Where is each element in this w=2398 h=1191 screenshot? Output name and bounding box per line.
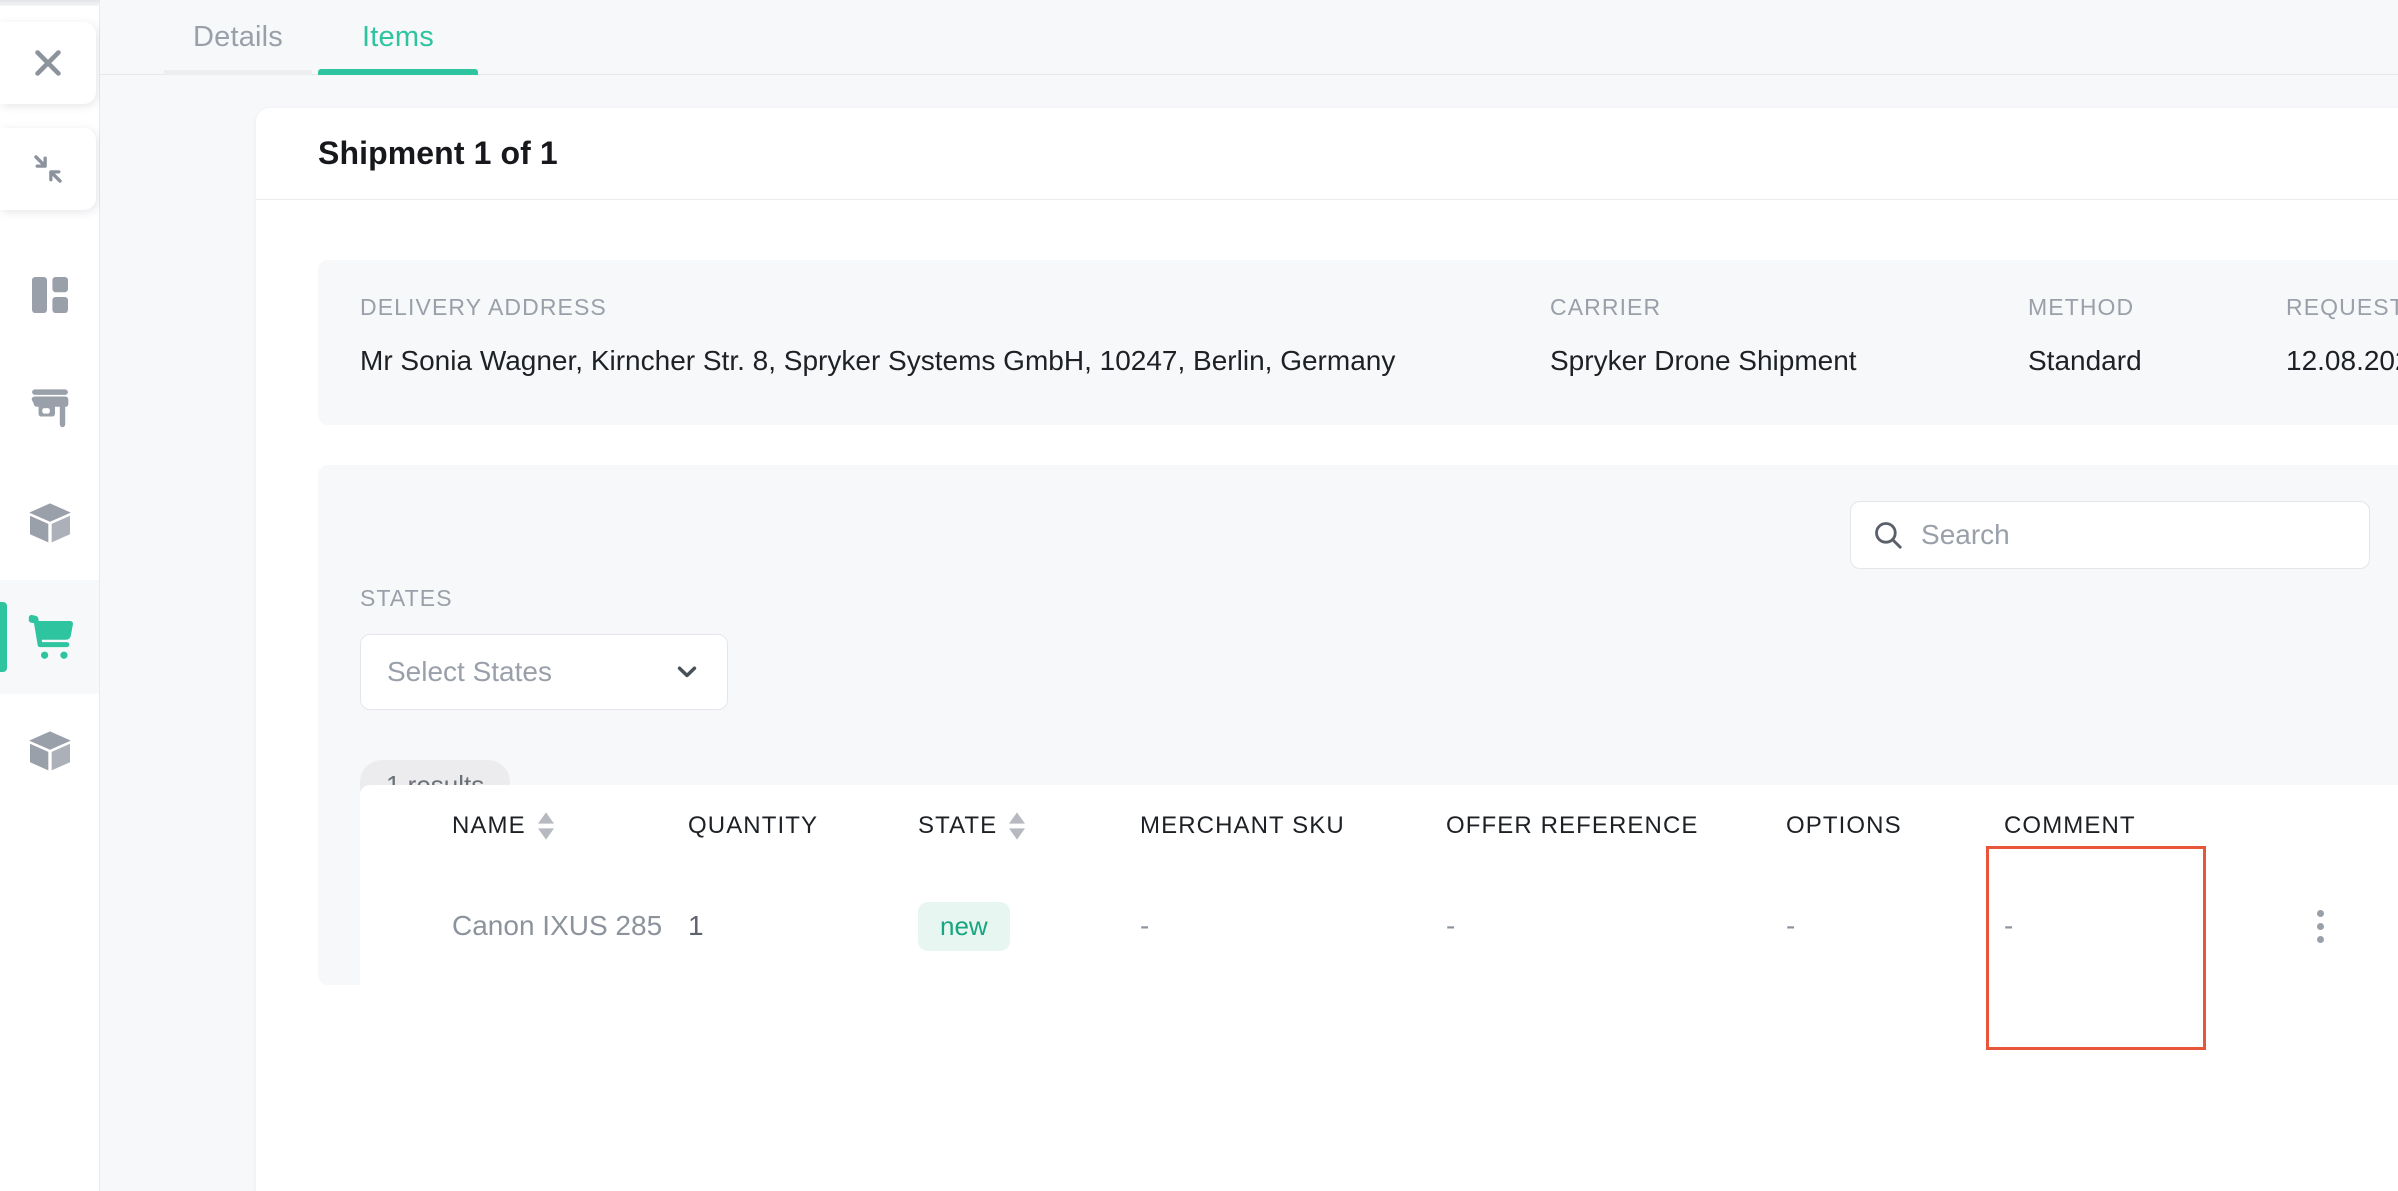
- table-header-row: NAME QUANTITY STATE MERCHANT SKU OFFER R…: [360, 785, 2398, 867]
- delivery-address-block: DELIVERY ADDRESS Mr Sonia Wagner, Kirnch…: [360, 294, 1550, 391]
- comment-column-highlight: [1986, 846, 2206, 1050]
- cell-offer-reference: -: [1446, 910, 1456, 941]
- close-button[interactable]: [0, 22, 96, 104]
- sidebar-item-products[interactable]: [0, 466, 99, 580]
- method-block: METHOD Standard: [2028, 294, 2286, 391]
- column-header-state[interactable]: STATE: [918, 812, 1140, 840]
- states-select-value: Select States: [387, 656, 552, 687]
- shipment-summary: DELIVERY ADDRESS Mr Sonia Wagner, Kirnch…: [318, 260, 2398, 425]
- carrier-value: Spryker Drone Shipment: [1550, 345, 1857, 376]
- requested-date-block: REQUESTED DATE 12.08.2021: [2286, 294, 2398, 391]
- table-row[interactable]: Canon IXUS 285 1 new - - - -: [360, 846, 2398, 1050]
- items-table: NAME QUANTITY STATE MERCHANT SKU OFFER R…: [360, 785, 2398, 1050]
- shopping-cart-icon: [28, 614, 73, 659]
- column-header-quantity-label: QUANTITY: [688, 812, 819, 839]
- page-title: Shipment 1 of 1: [318, 135, 558, 171]
- chevron-down-icon: [677, 666, 697, 678]
- cell-state: new: [918, 901, 1140, 951]
- delivery-address-label: DELIVERY ADDRESS: [360, 294, 607, 320]
- requested-date-value: 12.08.2021: [2286, 345, 2398, 376]
- column-header-quantity: QUANTITY: [688, 812, 918, 840]
- column-header-offer-reference-label: OFFER REFERENCE: [1446, 812, 1699, 839]
- method-label: METHOD: [2028, 294, 2135, 320]
- cell-options: -: [1786, 910, 1796, 941]
- column-header-state-label: STATE: [918, 812, 998, 839]
- cell-comment: -: [1986, 846, 2222, 1050]
- states-select[interactable]: Select States: [360, 634, 728, 710]
- sidebar-item-merchants[interactable]: [0, 352, 99, 466]
- delivery-address-value: Mr Sonia Wagner, Kirncher Str. 8, Spryke…: [360, 345, 1396, 376]
- card-header: Shipment 1 of 1: [256, 108, 2398, 200]
- column-header-merchant-sku: MERCHANT SKU: [1140, 812, 1446, 840]
- store-icon: [31, 389, 68, 428]
- main-content: Details Items Shipment 1 of 1 DELIVERY A…: [100, 0, 2398, 1191]
- cell-quantity: 1: [688, 910, 704, 941]
- column-header-options: OPTIONS: [1786, 812, 2004, 840]
- tab-details-label: Details: [192, 20, 284, 53]
- sidebar-top-strip: [0, 0, 100, 6]
- tab-items[interactable]: Items: [318, 0, 478, 75]
- shipment-card: Shipment 1 of 1 DELIVERY ADDRESS Mr Soni…: [256, 108, 2398, 1191]
- filters-panel: STATES Select States 1 results: [318, 465, 2398, 1050]
- states-filter: STATES Select States: [360, 585, 2398, 710]
- sort-name-icon[interactable]: [537, 812, 554, 840]
- cube-icon: [28, 503, 71, 543]
- status-badge: new: [918, 901, 1010, 951]
- search-box[interactable]: [1850, 501, 2370, 569]
- row-menu-icon[interactable]: [2316, 909, 2324, 943]
- sidebar-item-dashboard[interactable]: [0, 238, 99, 352]
- cell-merchant-sku: -: [1140, 910, 1150, 941]
- cell-comment-value: -: [2004, 910, 2014, 941]
- sidebar-item-offers[interactable]: [0, 694, 99, 808]
- tab-bar: Details Items: [100, 0, 2398, 75]
- cube-icon: [28, 731, 71, 771]
- column-header-comment: COMMENT: [2004, 812, 2222, 840]
- states-label: STATES: [360, 585, 453, 611]
- cell-name: Canon IXUS 285: [452, 910, 663, 941]
- collapse-arrows-icon: [34, 155, 62, 183]
- tab-items-label: Items: [362, 20, 434, 53]
- column-header-options-label: OPTIONS: [1786, 812, 1902, 839]
- carrier-block: CARRIER Spryker Drone Shipment: [1550, 294, 2028, 391]
- column-header-merchant-sku-label: MERCHANT SKU: [1140, 812, 1345, 839]
- column-header-comment-label: COMMENT: [2004, 812, 2136, 839]
- search-icon: [1875, 522, 1902, 549]
- column-header-name[interactable]: NAME: [360, 812, 688, 840]
- cell-actions: [2222, 909, 2398, 943]
- sidebar-item-orders[interactable]: [0, 580, 99, 694]
- tab-details[interactable]: Details: [158, 0, 318, 75]
- column-header-name-label: NAME: [452, 812, 526, 839]
- carrier-label: CARRIER: [1550, 294, 1662, 320]
- requested-date-label: REQUESTED DATE: [2286, 294, 2398, 320]
- close-icon: [35, 50, 61, 76]
- column-header-offer-reference: OFFER REFERENCE: [1446, 812, 1786, 840]
- method-value: Standard: [2028, 345, 2142, 376]
- dashboard-grid-icon: [31, 277, 68, 313]
- app-root: Details Items Shipment 1 of 1 DELIVERY A…: [0, 0, 2398, 1191]
- search-input[interactable]: [1921, 519, 2349, 551]
- collapse-button[interactable]: [0, 128, 96, 210]
- sidebar: [0, 0, 100, 1191]
- sort-state-icon[interactable]: [1009, 812, 1026, 840]
